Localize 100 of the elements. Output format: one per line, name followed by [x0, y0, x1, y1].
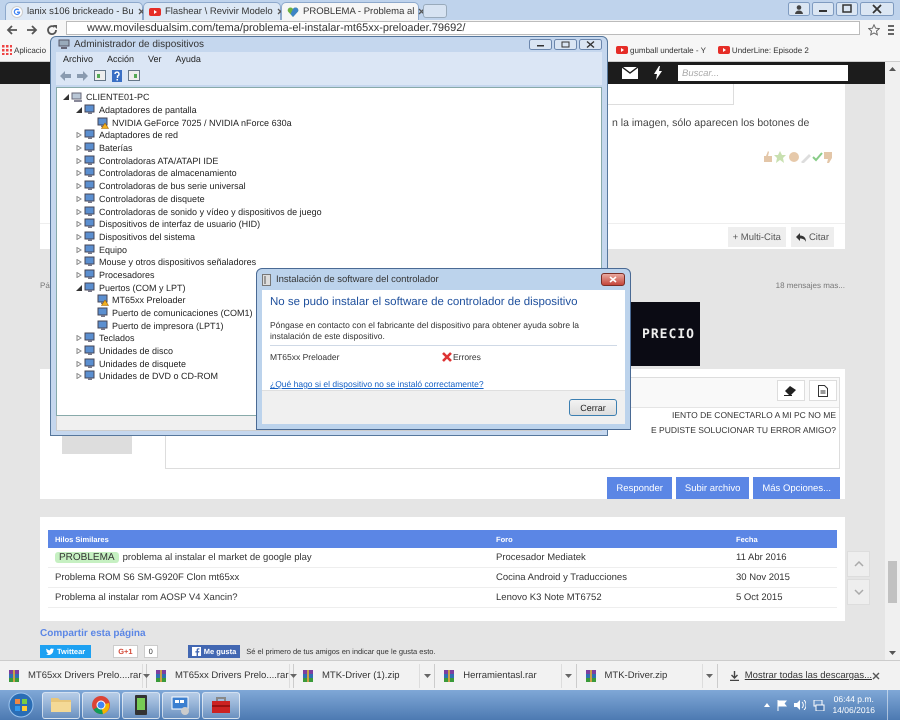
- maximize-icon[interactable]: [836, 2, 858, 16]
- browser-tab[interactable]: lanix s106 brickeado - Bu: [5, 2, 143, 20]
- tree-item[interactable]: Puerto de comunicaciones (COM1): [97, 307, 253, 320]
- expand-arrow-icon[interactable]: [76, 335, 82, 342]
- expand-arrow-icon[interactable]: [76, 246, 82, 253]
- caret-icon[interactable]: [290, 674, 296, 678]
- tree-item[interactable]: Controladoras de almacenamiento: [84, 167, 237, 180]
- expand-arrow-icon[interactable]: [76, 208, 82, 215]
- tray-arrow-icon[interactable]: [764, 703, 770, 707]
- menu-item[interactable]: Archivo: [56, 54, 100, 64]
- eraser-button[interactable]: [777, 380, 805, 401]
- reply-button[interactable]: Responder: [607, 477, 672, 499]
- caret-icon[interactable]: [424, 674, 431, 678]
- expand-arrow-icon[interactable]: [76, 170, 82, 176]
- tree-item[interactable]: Dispositivos del sistema: [84, 230, 196, 243]
- collapse-arrow-icon[interactable]: [63, 94, 69, 100]
- forward-icon[interactable]: [26, 24, 38, 36]
- tree-item[interactable]: Dispositivos de interfaz de usuario (HID): [84, 218, 260, 230]
- download-item[interactable]: MT65xx Drivers Prelo....rar: [0, 664, 142, 688]
- tree-item[interactable]: Baterías: [84, 142, 133, 154]
- minimize-icon[interactable]: [529, 39, 552, 50]
- expand-arrow-icon[interactable]: [76, 221, 82, 228]
- properties-icon[interactable]: [94, 70, 106, 81]
- scroll-up-arrow-icon[interactable]: [889, 67, 896, 71]
- expand-arrow-icon[interactable]: [76, 196, 82, 202]
- expand-arrow-icon[interactable]: [76, 158, 82, 164]
- tree-item[interactable]: Unidades de disquete: [84, 358, 186, 370]
- expand-arrow-icon[interactable]: [76, 259, 82, 266]
- scrollbar-thumb[interactable]: [888, 561, 897, 603]
- bookmark[interactable]: gumball undertale - Y: [616, 44, 706, 56]
- tree-item[interactable]: Mouse y otros dispositivos señaladores: [84, 256, 256, 268]
- menu-icon[interactable]: [888, 24, 894, 36]
- upload-button[interactable]: Subir archivo: [676, 477, 750, 499]
- tree-item[interactable]: Controladoras de disquete: [84, 192, 205, 205]
- tree-item[interactable]: CLIENTE01-PC: [71, 91, 150, 104]
- tree-item[interactable]: Controladoras de sonido y vídeo y dispositivos de juego: [84, 206, 322, 218]
- clock[interactable]: 06:44 p.m. 14/06/2016: [832, 694, 875, 716]
- caret-icon[interactable]: [142, 674, 150, 678]
- bookmark[interactable]: Aplicacio: [2, 45, 46, 55]
- address-field[interactable]: www.movilesdualsim.com/tema/problema-el-instalar-mt65xx-preloader.79692/: [66, 21, 860, 35]
- mail-icon[interactable]: [622, 67, 638, 79]
- expand-arrow-icon[interactable]: [76, 272, 82, 278]
- close-icon[interactable]: [860, 2, 894, 16]
- expand-arrow-icon[interactable]: [76, 234, 82, 240]
- menu-item[interactable]: Acción: [100, 54, 142, 64]
- more-messages-link[interactable]: 18 mensajes mas...: [776, 281, 845, 290]
- tree-item[interactable]: Puerto de impresora (LPT1): [97, 320, 224, 332]
- tree-item[interactable]: MT65xx Preloader: [97, 294, 186, 306]
- speaker-icon[interactable]: [794, 700, 806, 710]
- browser-tab[interactable]: Flashear \ Revivir Modelo: [143, 2, 281, 20]
- network-icon[interactable]: [813, 700, 826, 710]
- menu-item[interactable]: Ver: [141, 54, 169, 64]
- multi-quote-button[interactable]: + Multi-Cita: [728, 227, 786, 247]
- star-icon[interactable]: [868, 24, 880, 36]
- tree-item[interactable]: Puertos (COM y LPT): [84, 282, 186, 294]
- taskbar-button[interactable]: [122, 692, 160, 718]
- flag-icon[interactable]: [777, 700, 788, 710]
- minimize-icon[interactable]: [812, 2, 834, 16]
- help-link[interactable]: ¿Qué hago si el dispositivo no se instaló correctamente?: [270, 379, 617, 389]
- download-item[interactable]: MTK-Driver.zip: [576, 664, 702, 688]
- user-icon[interactable]: [788, 2, 810, 16]
- quote-button[interactable]: Citar: [790, 227, 834, 247]
- bolt-icon[interactable]: [654, 66, 662, 80]
- tree-item[interactable]: Procesadores: [84, 268, 155, 281]
- close-button[interactable]: [601, 273, 625, 286]
- download-item[interactable]: MTK-Driver (1).zip: [294, 664, 420, 688]
- collapse-arrow-icon[interactable]: [76, 107, 82, 114]
- reload-icon[interactable]: [46, 24, 58, 36]
- tree-item[interactable]: Unidades de disco: [84, 345, 174, 358]
- document-button[interactable]: [809, 380, 837, 401]
- bookmark[interactable]: UnderLine: Episode 2: [718, 44, 809, 56]
- caret-icon[interactable]: [565, 674, 572, 678]
- tree-item[interactable]: NVIDIA GeForce 7025 / NVIDIA nForce 630a: [97, 116, 292, 129]
- start-orb-icon[interactable]: [8, 692, 34, 718]
- menu-item[interactable]: Ayuda: [168, 54, 208, 64]
- close-button[interactable]: Cerrar: [569, 399, 617, 416]
- panel-icon[interactable]: [128, 70, 140, 81]
- search-field[interactable]: Buscar...: [678, 65, 848, 81]
- tree-item[interactable]: Teclados: [84, 332, 135, 344]
- show-all-downloads-link[interactable]: Mostrar todas las descargas...: [730, 670, 872, 681]
- tree-item[interactable]: Controladoras ATA/ATAPI IDE: [84, 154, 218, 167]
- expand-arrow-icon[interactable]: [76, 373, 82, 380]
- maximize-icon[interactable]: [554, 39, 577, 50]
- more-options-button[interactable]: Más Opciones...: [753, 477, 840, 499]
- collapse-arrow-icon[interactable]: [76, 284, 82, 291]
- back-icon[interactable]: [6, 24, 18, 36]
- tree-item[interactable]: Equipo: [84, 244, 128, 256]
- download-item[interactable]: Herramientasl.rar: [435, 664, 560, 688]
- close-icon[interactable]: [872, 672, 880, 680]
- caret-icon[interactable]: [706, 674, 714, 678]
- scroll-down-arrow-icon[interactable]: [889, 651, 896, 655]
- tree-item[interactable]: Controladoras de bus serie universal: [84, 180, 246, 192]
- taskbar-button[interactable]: [202, 692, 240, 718]
- expand-arrow-icon[interactable]: [76, 348, 82, 354]
- expand-arrow-icon[interactable]: [76, 132, 82, 138]
- help-icon[interactable]: [112, 70, 122, 82]
- tree-item[interactable]: Adaptadores de red: [84, 129, 178, 142]
- expand-arrow-icon[interactable]: [76, 145, 82, 152]
- tree-item[interactable]: Adaptadores de pantalla: [84, 104, 197, 116]
- expand-arrow-icon[interactable]: [76, 183, 82, 190]
